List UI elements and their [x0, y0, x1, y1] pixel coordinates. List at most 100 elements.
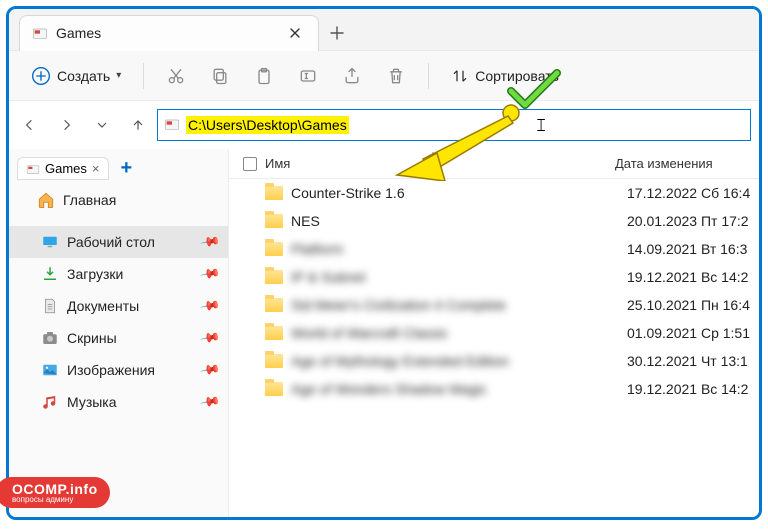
- toolbar-divider: [143, 63, 144, 89]
- copy-button[interactable]: [200, 58, 240, 94]
- file-name: IP & Subnet: [291, 269, 627, 285]
- sidebar-item-label: Музыка: [67, 394, 117, 410]
- file-date: 30.12.2021 Чт 13:1: [627, 353, 759, 369]
- body: Games × + Главная Рабочий стол 📌 Загрузк…: [9, 149, 759, 517]
- folder-icon: [164, 116, 180, 135]
- file-row[interactable]: IP & Subnet19.12.2021 Вс 14:2: [229, 263, 759, 291]
- column-headers[interactable]: Имя ˄ Дата изменения: [229, 149, 759, 179]
- file-rows: Counter-Strike 1.617.12.2022 Сб 16:4NES2…: [229, 179, 759, 403]
- delete-button[interactable]: [376, 58, 416, 94]
- file-pane: Имя ˄ Дата изменения Counter-Strike 1.61…: [229, 149, 759, 517]
- sidebar-item-documents[interactable]: Документы 📌: [9, 290, 228, 322]
- window-tab[interactable]: Games: [19, 15, 319, 51]
- file-date: 01.09.2021 Ср 1:51: [627, 325, 759, 341]
- sidebar-item-screenshots[interactable]: Скрины 📌: [9, 322, 228, 354]
- file-name: Counter-Strike 1.6: [291, 185, 627, 201]
- address-bar[interactable]: C:\Users\Desktop\Games 𝙸: [157, 109, 751, 141]
- file-name: Age of Wonders Shadow Magic: [291, 381, 627, 397]
- file-row[interactable]: Age of Wonders Shadow Magic19.12.2021 Вс…: [229, 375, 759, 403]
- pictures-icon: [41, 361, 59, 379]
- sidebar-tabstrip: Games × +: [9, 153, 228, 184]
- nav-up-button[interactable]: [121, 108, 155, 142]
- sort-icon: [451, 67, 469, 85]
- sidebar-item-pictures[interactable]: Изображения 📌: [9, 354, 228, 386]
- file-row[interactable]: Counter-Strike 1.617.12.2022 Сб 16:4: [229, 179, 759, 207]
- folder-icon: [32, 25, 48, 41]
- address-path: C:\Users\Desktop\Games: [186, 116, 349, 134]
- sidebar-new-tab-button[interactable]: +: [115, 157, 139, 180]
- folder-icon: [265, 212, 283, 230]
- file-date: 19.12.2021 Вс 14:2: [627, 381, 759, 397]
- share-button[interactable]: [332, 58, 372, 94]
- sidebar-item-label: Рабочий стол: [67, 234, 155, 250]
- file-name: World of Warcraft Classic: [291, 325, 627, 341]
- desktop-icon: [41, 233, 59, 251]
- sidebar-item-label: Скрины: [67, 330, 117, 346]
- create-label: Создать: [57, 68, 110, 84]
- cut-button[interactable]: [156, 58, 196, 94]
- nav-row: C:\Users\Desktop\Games 𝙸: [9, 101, 759, 149]
- window-tab-title: Games: [56, 25, 276, 41]
- pin-icon: 📌: [199, 263, 221, 285]
- sidebar-home[interactable]: Главная: [9, 184, 228, 216]
- file-name: Age of Mythology Extended Edition: [291, 353, 627, 369]
- sidebar: Games × + Главная Рабочий стол 📌 Загрузк…: [9, 149, 229, 517]
- sidebar-tab-label: Games: [45, 161, 87, 176]
- title-tab-strip: Games: [9, 9, 759, 51]
- chevron-down-icon: ▾: [116, 70, 121, 81]
- column-name[interactable]: Имя ˄: [265, 156, 615, 171]
- sidebar-item-downloads[interactable]: Загрузки 📌: [9, 258, 228, 290]
- file-row[interactable]: World of Warcraft Classic01.09.2021 Ср 1…: [229, 319, 759, 347]
- pin-icon: 📌: [199, 231, 221, 253]
- sidebar-item-label: Изображения: [67, 362, 155, 378]
- file-name: NES: [291, 213, 627, 229]
- create-button[interactable]: Создать ▾: [21, 60, 131, 92]
- new-tab-button[interactable]: [319, 15, 355, 51]
- close-icon[interactable]: ×: [92, 161, 100, 176]
- sidebar-item-music[interactable]: Музыка 📌: [9, 386, 228, 418]
- file-row[interactable]: Sid Meier's Civilization 4 Complete25.10…: [229, 291, 759, 319]
- folder-icon: [265, 184, 283, 202]
- nav-recent-button[interactable]: [85, 108, 119, 142]
- file-date: 14.09.2021 Вт 16:3: [627, 241, 759, 257]
- file-row[interactable]: NES20.01.2023 Пт 17:2: [229, 207, 759, 235]
- column-date[interactable]: Дата изменения: [615, 156, 759, 171]
- nav-forward-button[interactable]: [49, 108, 83, 142]
- file-name: Platform: [291, 241, 627, 257]
- home-icon: [37, 191, 55, 209]
- file-row[interactable]: Age of Mythology Extended Edition30.12.2…: [229, 347, 759, 375]
- annotation-checkmark-icon: [505, 67, 561, 113]
- sidebar-tab[interactable]: Games ×: [17, 157, 109, 180]
- pin-icon: 📌: [199, 391, 221, 413]
- nav-back-button[interactable]: [13, 108, 47, 142]
- file-name: Sid Meier's Civilization 4 Complete: [291, 297, 627, 313]
- explorer-window: Games Создать ▾ Сортировать: [6, 6, 762, 520]
- folder-icon: [265, 268, 283, 286]
- document-icon: [41, 297, 59, 315]
- file-row[interactable]: Platform14.09.2021 Вт 16:3: [229, 235, 759, 263]
- sidebar-item-label: Загрузки: [67, 266, 123, 282]
- close-tab-button[interactable]: [284, 22, 306, 44]
- file-date: 19.12.2021 Вс 14:2: [627, 269, 759, 285]
- folder-icon: [265, 352, 283, 370]
- select-all-checkbox[interactable]: [243, 157, 257, 171]
- pin-icon: 📌: [199, 327, 221, 349]
- folder-icon: [265, 380, 283, 398]
- download-icon: [41, 265, 59, 283]
- folder-icon: [26, 162, 40, 176]
- rename-button[interactable]: [288, 58, 328, 94]
- plus-circle-icon: [31, 66, 51, 86]
- toolbar-divider: [428, 63, 429, 89]
- sort-indicator-icon: ˄: [430, 150, 436, 161]
- camera-icon: [41, 329, 59, 347]
- text-cursor-icon: 𝙸: [535, 115, 548, 136]
- folder-icon: [265, 296, 283, 314]
- paste-button[interactable]: [244, 58, 284, 94]
- pin-icon: 📌: [199, 295, 221, 317]
- sidebar-item-label: Документы: [67, 298, 139, 314]
- file-date: 25.10.2021 Пн 16:4: [627, 297, 759, 313]
- toolbar: Создать ▾ Сортировать: [9, 51, 759, 101]
- sidebar-item-desktop[interactable]: Рабочий стол 📌: [9, 226, 228, 258]
- pin-icon: 📌: [199, 359, 221, 381]
- folder-icon: [265, 240, 283, 258]
